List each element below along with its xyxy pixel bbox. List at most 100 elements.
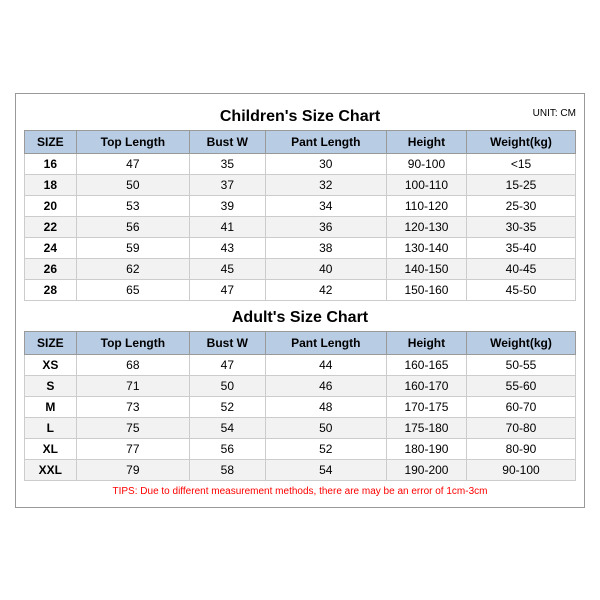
table-cell: 50-55	[466, 354, 575, 375]
table-cell: 180-190	[386, 438, 466, 459]
table-cell: 50	[76, 174, 189, 195]
table-cell: 45-50	[466, 279, 575, 300]
table-cell: 80-90	[466, 438, 575, 459]
table-cell: 43	[190, 237, 266, 258]
adult-table-body: XS684744160-16550-55S715046160-17055-60M…	[25, 354, 576, 480]
table-row: 18503732100-11015-25	[25, 174, 576, 195]
table-cell: L	[25, 417, 77, 438]
table-cell: 190-200	[386, 459, 466, 480]
table-cell: 28	[25, 279, 77, 300]
table-row: 20533934110-12025-30	[25, 195, 576, 216]
table-cell: 47	[190, 354, 266, 375]
table-cell: 59	[76, 237, 189, 258]
adult-table-header: SIZETop LengthBust WPant LengthHeightWei…	[25, 331, 576, 354]
table-cell: 50	[265, 417, 386, 438]
table-cell: 15-25	[466, 174, 575, 195]
table-cell: 16	[25, 153, 77, 174]
table-cell: 38	[265, 237, 386, 258]
table-cell: 58	[190, 459, 266, 480]
adult-header-cell: Bust W	[190, 331, 266, 354]
table-cell: 42	[265, 279, 386, 300]
table-cell: 54	[190, 417, 266, 438]
table-cell: 75	[76, 417, 189, 438]
table-cell: 52	[265, 438, 386, 459]
table-row: 26624540140-15040-45	[25, 258, 576, 279]
table-cell: S	[25, 375, 77, 396]
size-chart-container: Children's Size Chart UNIT: CM SIZETop L…	[15, 93, 585, 508]
table-cell: 65	[76, 279, 189, 300]
table-cell: 90-100	[386, 153, 466, 174]
table-cell: 71	[76, 375, 189, 396]
table-cell: 36	[265, 216, 386, 237]
table-cell: 56	[190, 438, 266, 459]
table-cell: 130-140	[386, 237, 466, 258]
adult-header-cell: SIZE	[25, 331, 77, 354]
table-cell: 56	[76, 216, 189, 237]
table-cell: 120-130	[386, 216, 466, 237]
table-row: XL775652180-19080-90	[25, 438, 576, 459]
table-row: 22564136120-13030-35	[25, 216, 576, 237]
table-row: XS684744160-16550-55	[25, 354, 576, 375]
children-section-title: Children's Size Chart UNIT: CM	[24, 102, 576, 130]
table-cell: 39	[190, 195, 266, 216]
table-cell: 40-45	[466, 258, 575, 279]
table-cell: 79	[76, 459, 189, 480]
table-cell: 68	[76, 354, 189, 375]
table-cell: 160-170	[386, 375, 466, 396]
table-row: 28654742150-16045-50	[25, 279, 576, 300]
table-row: 1647353090-100<15	[25, 153, 576, 174]
table-cell: XS	[25, 354, 77, 375]
table-row: XXL795854190-20090-100	[25, 459, 576, 480]
table-cell: 50	[190, 375, 266, 396]
table-cell: 73	[76, 396, 189, 417]
tips-text: TIPS: Due to different measurement metho…	[24, 481, 576, 499]
table-row: M735248170-17560-70	[25, 396, 576, 417]
table-cell: 48	[265, 396, 386, 417]
table-cell: 25-30	[466, 195, 575, 216]
table-row: S715046160-17055-60	[25, 375, 576, 396]
adult-header-cell: Weight(kg)	[466, 331, 575, 354]
table-cell: XXL	[25, 459, 77, 480]
table-row: 24594338130-14035-40	[25, 237, 576, 258]
table-cell: 47	[190, 279, 266, 300]
table-cell: 110-120	[386, 195, 466, 216]
table-cell: 37	[190, 174, 266, 195]
table-cell: 62	[76, 258, 189, 279]
children-header-cell: Height	[386, 130, 466, 153]
table-cell: XL	[25, 438, 77, 459]
table-cell: 54	[265, 459, 386, 480]
adult-size-table: SIZETop LengthBust WPant LengthHeightWei…	[24, 331, 576, 481]
adult-section-title: Adult's Size Chart	[24, 301, 576, 331]
table-cell: 45	[190, 258, 266, 279]
table-cell: 40	[265, 258, 386, 279]
table-cell: 100-110	[386, 174, 466, 195]
adult-header-cell: Height	[386, 331, 466, 354]
table-cell: 35-40	[466, 237, 575, 258]
children-table-header: SIZETop LengthBust WPant LengthHeightWei…	[25, 130, 576, 153]
unit-label: UNIT: CM	[533, 108, 576, 119]
table-cell: 24	[25, 237, 77, 258]
table-cell: 60-70	[466, 396, 575, 417]
table-cell: 175-180	[386, 417, 466, 438]
table-cell: 41	[190, 216, 266, 237]
table-cell: 140-150	[386, 258, 466, 279]
table-cell: 44	[265, 354, 386, 375]
table-cell: 26	[25, 258, 77, 279]
table-cell: 55-60	[466, 375, 575, 396]
table-cell: 35	[190, 153, 266, 174]
children-header-cell: Pant Length	[265, 130, 386, 153]
children-size-table: SIZETop LengthBust WPant LengthHeightWei…	[24, 130, 576, 301]
table-cell: M	[25, 396, 77, 417]
table-cell: 30-35	[466, 216, 575, 237]
children-title-text: Children's Size Chart	[220, 108, 380, 125]
table-cell: 30	[265, 153, 386, 174]
children-header-cell: SIZE	[25, 130, 77, 153]
table-cell: 160-165	[386, 354, 466, 375]
table-cell: <15	[466, 153, 575, 174]
table-cell: 170-175	[386, 396, 466, 417]
table-cell: 90-100	[466, 459, 575, 480]
adult-header-cell: Pant Length	[265, 331, 386, 354]
table-cell: 77	[76, 438, 189, 459]
table-cell: 70-80	[466, 417, 575, 438]
children-header-cell: Weight(kg)	[466, 130, 575, 153]
